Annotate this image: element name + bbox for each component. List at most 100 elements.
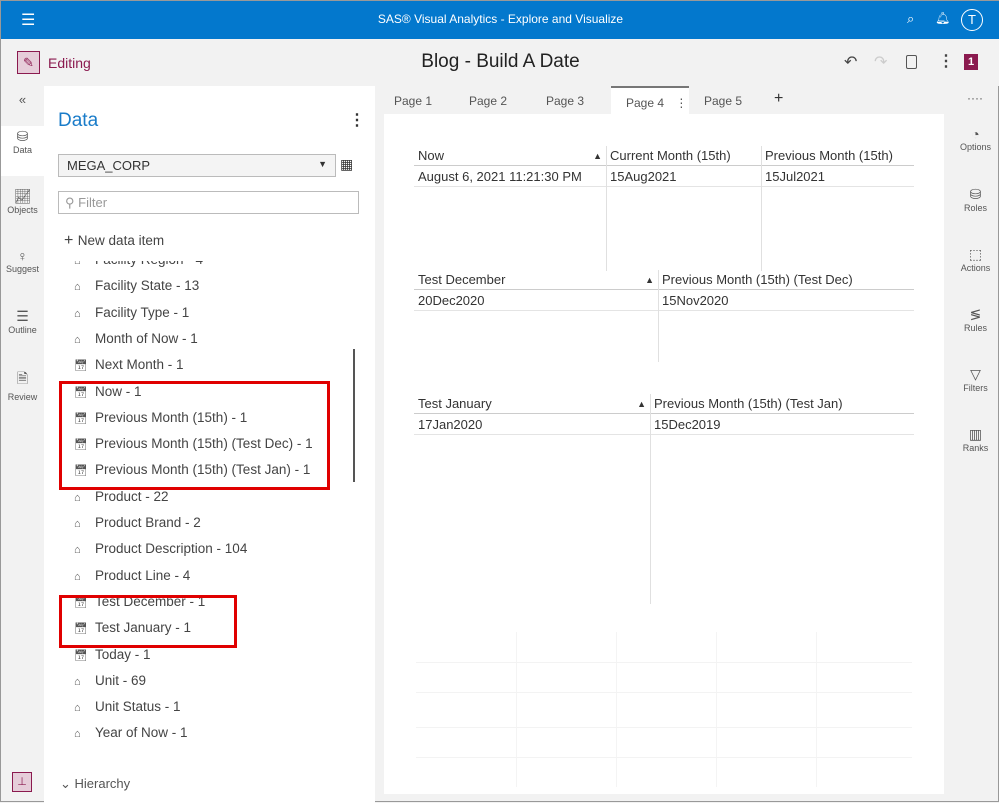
data-item[interactable]: ⌂ Product - 22 bbox=[74, 489, 169, 504]
chevron-down-icon: ⌄ bbox=[60, 776, 75, 791]
tab-page-1[interactable]: Page 1 bbox=[379, 86, 454, 114]
sort-ascending-icon: ▲ bbox=[645, 275, 654, 285]
table-cell: 15Dec2019 bbox=[650, 415, 914, 435]
database-icon: ⛁ bbox=[16, 128, 29, 144]
column-divider bbox=[606, 146, 607, 271]
data-item[interactable]: 📅︎ Next Month - 1 bbox=[74, 357, 184, 372]
tab-page-2[interactable]: Page 2 bbox=[454, 86, 531, 114]
bell-icon[interactable]: 🔔︎ bbox=[935, 11, 950, 25]
list-table[interactable]: Test December ▲ 20Dec2020 Previous Month (1… bbox=[384, 270, 944, 362]
data-source-select[interactable]: MEGA_CORP ▼ bbox=[58, 154, 336, 177]
rail-review[interactable]: 🗎︎ Review bbox=[1, 368, 44, 402]
column-header[interactable]: Test December ▲ bbox=[414, 270, 658, 290]
more-options-icon[interactable]: ⋮ bbox=[938, 51, 954, 71]
filter-icon: ▽ bbox=[970, 366, 981, 382]
data-source-options-icon[interactable]: ▦ bbox=[340, 156, 353, 173]
rail-objects[interactable]: 📈︎ Objects bbox=[1, 188, 44, 215]
add-page-icon[interactable]: + bbox=[774, 90, 783, 108]
data-item[interactable]: ⌂ Unit Status - 1 bbox=[74, 699, 181, 714]
more-icon[interactable]: ···· bbox=[967, 91, 983, 105]
column-divider bbox=[650, 394, 651, 604]
table-cell: 15Nov2020 bbox=[658, 291, 914, 311]
date-icon: 📅︎ bbox=[74, 360, 88, 373]
new-data-item-button[interactable]: + New data item bbox=[64, 232, 164, 250]
column-divider bbox=[658, 270, 659, 362]
data-item[interactable]: ⌂ Facility State - 13 bbox=[74, 278, 199, 293]
grid-line bbox=[416, 692, 912, 693]
column-divider bbox=[761, 146, 762, 271]
rail-outline[interactable]: ☰ Outline bbox=[1, 308, 44, 335]
category-icon: ⌂ bbox=[74, 570, 81, 583]
column-header[interactable]: Now ▲ bbox=[414, 146, 606, 166]
rail-ranks[interactable]: ▥ Ranks bbox=[951, 426, 999, 453]
tab-page-5[interactable]: Page 5 bbox=[689, 86, 759, 114]
data-item[interactable]: ⌂ Product Description - 104 bbox=[74, 541, 247, 556]
undo-icon[interactable]: ↶ bbox=[844, 52, 857, 72]
rail-filters[interactable]: ▽ Filters bbox=[951, 366, 999, 393]
data-item[interactable]: ⌂Facility Region - 4 bbox=[74, 261, 203, 267]
ranks-icon: ▥ bbox=[968, 426, 983, 442]
date-icon: 📅︎ bbox=[74, 649, 88, 662]
tab-page-4[interactable]: Page 4 ⋮ bbox=[611, 86, 689, 114]
app-title: SAS® Visual Analytics - Explore and Visu… bbox=[377, 12, 624, 26]
data-item[interactable]: ⌂ Unit - 69 bbox=[74, 673, 146, 688]
data-item[interactable]: 📅︎ Today - 1 bbox=[74, 647, 151, 662]
left-rail: « ⛁ Data 📈︎ Objects ♀ Suggest ☰ Outline 🗎︎ Re… bbox=[1, 86, 44, 803]
category-icon: ⌂ bbox=[74, 307, 81, 320]
data-item[interactable]: ⌂ Year of Now - 1 bbox=[74, 725, 188, 740]
data-item[interactable]: ⌂ Product Brand - 2 bbox=[74, 515, 201, 530]
data-item-list: ⌂Facility Region - 4 ⌂Facility State - 13… bbox=[44, 261, 375, 771]
roles-icon: ⛁ bbox=[969, 186, 982, 202]
plus-icon: + bbox=[64, 232, 78, 249]
report-toolbar: ✎ Editing Blog - Build A Date ↶ ↷ ⋮ 1 bbox=[1, 39, 999, 86]
column-header[interactable]: Previous Month (15th) (Test Dec) bbox=[658, 270, 914, 290]
category-icon: ⌂ bbox=[74, 544, 81, 557]
data-item[interactable]: ⌂ Facility Type - 1 bbox=[74, 305, 189, 320]
scrollbar[interactable] bbox=[353, 349, 355, 482]
column-header[interactable]: Previous Month (15th) (Test Jan) bbox=[650, 394, 914, 414]
review-icon: 🗎︎ bbox=[16, 370, 29, 386]
rail-actions[interactable]: ⬚ Actions bbox=[951, 246, 999, 273]
table-cell: August 6, 2021 11:21:30 PM bbox=[414, 167, 606, 187]
table-cell: 15Jul2021 bbox=[761, 167, 914, 187]
list-table[interactable]: Test January ▲ 17Jan2020 Previous Month (15… bbox=[384, 394, 944, 604]
grid-line bbox=[716, 632, 717, 787]
hierarchy-section[interactable]: ⌄ Hierarchy bbox=[60, 776, 130, 792]
rail-options[interactable]: ◔ Options bbox=[951, 126, 999, 152]
collapse-icon[interactable]: « bbox=[1, 92, 44, 107]
filter-input[interactable]: ⚲ Filter bbox=[58, 191, 359, 214]
category-icon: ⌂ bbox=[74, 518, 81, 530]
chart-icon: 📈︎ bbox=[13, 188, 32, 204]
data-item[interactable]: ⌂ Month of Now - 1 bbox=[74, 331, 198, 346]
calc-category-icon: ⌂ bbox=[74, 728, 81, 741]
pin-icon[interactable]: ⊥ bbox=[12, 772, 32, 792]
panel-menu-icon[interactable]: ⋮ bbox=[349, 110, 365, 130]
sort-ascending-icon: ▲ bbox=[593, 151, 602, 161]
list-table[interactable]: Now ▲ August 6, 2021 11:21:30 PM Current Mo… bbox=[384, 146, 944, 271]
grid-line bbox=[416, 757, 912, 758]
data-item[interactable]: ⌂ Product Line - 4 bbox=[74, 568, 190, 583]
column-header[interactable]: Test January ▲ bbox=[414, 394, 650, 414]
rail-rules[interactable]: ≶ Rules bbox=[951, 306, 999, 333]
rail-roles[interactable]: ⛁ Roles bbox=[951, 186, 999, 213]
user-avatar[interactable]: T bbox=[961, 9, 983, 31]
rail-suggest[interactable]: ♀ Suggest bbox=[1, 248, 44, 274]
highlight-box bbox=[59, 595, 237, 648]
notification-badge[interactable]: 1 bbox=[964, 54, 978, 70]
table-cell: 17Jan2020 bbox=[414, 415, 650, 435]
save-icon[interactable] bbox=[906, 55, 917, 69]
category-icon: ⌂ bbox=[74, 702, 81, 715]
grid-line bbox=[816, 632, 817, 787]
tab-page-3[interactable]: Page 3 bbox=[531, 86, 611, 114]
rail-data[interactable]: ⛁ Data bbox=[1, 126, 44, 176]
category-icon: ⌂ bbox=[74, 261, 81, 267]
search-icon[interactable]: ⌕ bbox=[907, 11, 914, 27]
column-header[interactable]: Previous Month (15th) bbox=[761, 146, 914, 166]
tab-menu-icon[interactable]: ⋮ bbox=[675, 96, 687, 110]
panel-title: Data bbox=[58, 110, 99, 131]
category-icon: ⌂ bbox=[74, 491, 81, 504]
table-cell: 15Aug2021 bbox=[606, 167, 761, 187]
table-cell: 20Dec2020 bbox=[414, 291, 658, 311]
redo-icon[interactable]: ↷ bbox=[874, 52, 887, 72]
column-header[interactable]: Current Month (15th) bbox=[606, 146, 761, 166]
